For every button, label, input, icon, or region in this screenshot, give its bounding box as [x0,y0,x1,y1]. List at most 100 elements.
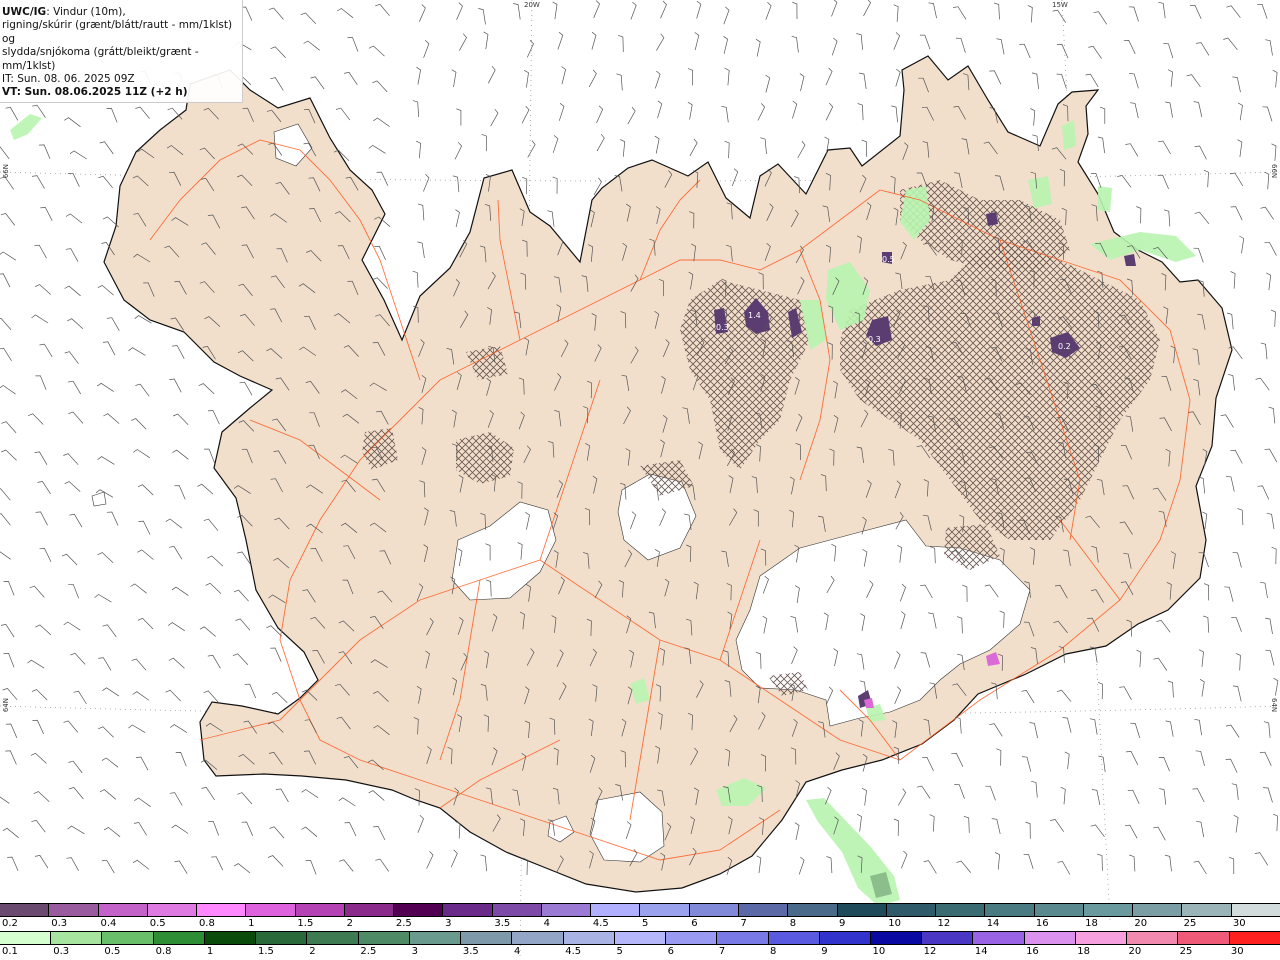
wind-barb [68,760,83,774]
wind-barb [481,133,487,152]
wind-barb [1186,74,1201,88]
wind-barb [1203,615,1210,633]
wind-barb [1126,751,1139,765]
wind-barb [861,139,867,157]
wind-barb [1237,508,1244,526]
wind-barb [33,791,50,803]
wind-barb [207,555,224,567]
wind-barb [0,796,10,804]
wind-barb [39,144,51,159]
legend-snow-swatch [147,904,198,916]
wind-barb [1272,69,1278,88]
legend-snow-label: 18 [1085,918,1098,929]
wind-barb [241,821,254,836]
wind-barb [239,381,253,396]
wind-barb [1,421,17,434]
wind-barb [1123,40,1136,55]
wind-barb [755,38,761,57]
wind-barb [451,69,457,88]
wind-barb [368,144,386,154]
wind-barb [201,787,215,801]
wind-barb [94,594,112,603]
legend-rain-label: 18 [1077,946,1090,957]
wind-barb [1225,724,1240,738]
legend-snow-label: 30 [1232,918,1246,929]
wind-barb [1263,721,1271,738]
wind-barb [1,449,17,461]
wind-barb [373,117,390,127]
wind-barb [267,855,284,867]
wind-barb [552,135,559,153]
legend-snow-label: 2 [346,918,354,929]
wind-barb [1255,377,1270,391]
legend-snow-label: 1 [248,918,255,929]
wind-barb [724,140,730,159]
wind-barb [893,4,899,22]
wind-barb [97,284,114,296]
wind-barb [3,581,15,596]
wind-barb [2,827,19,839]
wind-barb [1163,43,1174,59]
legend-rain-swatch [153,932,205,944]
legend-snow-swatch [1133,904,1183,916]
legend-rain-label: 0.5 [104,946,121,957]
wind-barb [1264,171,1270,190]
legend-rain-swatch [1024,932,1076,944]
wind-barb [96,382,114,392]
wind-barb [1260,342,1268,360]
wind-barb [67,825,85,835]
wind-barb [1266,512,1275,530]
info-line-4: IT: Sun. 08. 06. 2025 09Z [2,73,135,86]
wind-barb [1198,476,1206,494]
wind-barb [953,6,967,20]
wind-barb [174,485,186,500]
legend-rain-swatch [1127,932,1179,944]
wind-barb [1230,206,1243,221]
wind-barb [69,513,83,528]
legend-snow-label: 20 [1134,918,1148,929]
legend-snow-swatch [1083,904,1134,916]
wind-barb [1089,718,1098,735]
wind-barb [204,448,215,464]
legend-rain-swatch [614,932,667,944]
wind-barb [618,34,624,53]
wind-barb [131,658,147,671]
wind-barb [0,317,12,330]
wind-barb [923,860,937,874]
wind-barb [1062,717,1072,733]
wind-barb [175,752,187,767]
rain-legend: 0.1 0.3 0.5 0.8 1 1.5 2 2.5 3 3.5 4 4.5 5 6 7 8 9 10 12 14 1… [0,931,1280,960]
wind-barb [993,2,1000,20]
wind-barb [552,176,558,194]
legend-rain-swatch [102,932,154,944]
wind-barb [64,285,81,297]
wind-barb [63,720,79,733]
wind-barb [132,449,150,459]
legend-snow-swatch [492,904,542,916]
wind-barb [756,855,762,874]
wind-barb [552,1,558,20]
wind-barb [1090,824,1105,838]
wind-barb [450,849,458,868]
wind-barb [417,203,425,221]
wind-barb [368,790,385,801]
wind-barb [1031,72,1039,90]
iceland-forecast-map: 1.4 0.2 0.3 0.5 0.3 [0,0,1280,960]
wind-barb [1019,43,1031,59]
wind-barb [5,107,19,121]
wind-barb [456,108,462,126]
wind-barb [951,752,964,767]
wind-barb [478,8,486,25]
wind-barb [137,549,154,560]
wind-barb [211,856,224,871]
wind-barb [1257,3,1268,19]
wind-barb [1097,136,1105,154]
wind-barb [1237,102,1243,121]
map-label-d: 0.5 [882,255,895,264]
wind-barb [765,2,772,20]
wind-barb [270,46,286,58]
wind-barb [97,552,114,564]
wind-barb [1196,42,1210,56]
wind-barb [824,786,832,805]
legend-rain-label: 8 [770,946,777,957]
